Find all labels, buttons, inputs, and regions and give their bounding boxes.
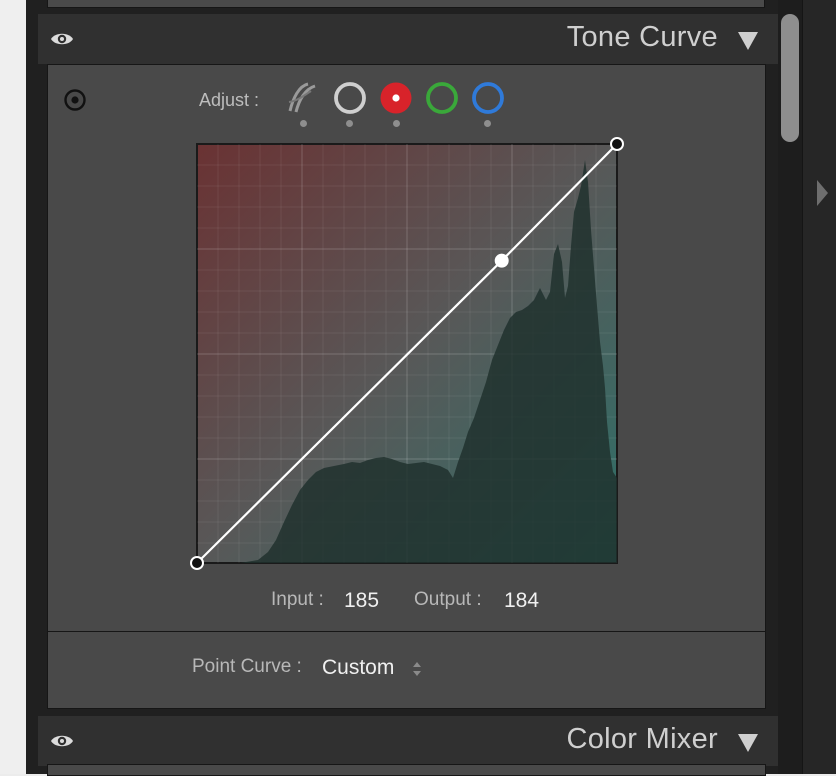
color-mixer-panel (47, 764, 766, 776)
green-channel-icon[interactable] (424, 80, 460, 116)
targeted-adjustment-icon[interactable] (63, 88, 87, 112)
channel-indicator-dot (484, 120, 491, 127)
color-mixer-header[interactable]: Color Mixer (38, 716, 780, 766)
rgb-channel-icon[interactable] (332, 80, 368, 116)
collapse-triangle-icon[interactable] (738, 734, 758, 752)
output-value: 184 (504, 589, 540, 612)
point-curve-label: Point Curve : (192, 656, 302, 677)
curve-point-black[interactable] (190, 556, 204, 570)
input-value: 185 (344, 589, 380, 612)
tone-curve-graph[interactable] (186, 135, 628, 575)
point-curve-select[interactable]: Custom (322, 656, 394, 680)
expand-panel-arrow-icon[interactable] (817, 180, 828, 206)
point-curve-panel (47, 631, 766, 709)
collapse-triangle-icon[interactable] (738, 32, 758, 50)
tone-curve-title: Tone Curve (566, 21, 718, 53)
parametric-curve-icon[interactable] (285, 80, 321, 116)
curve-point-mid[interactable] (494, 253, 509, 268)
curve-point-white[interactable] (610, 137, 624, 151)
channel-indicator-dot (346, 120, 353, 127)
previous-panel-bottom (47, 0, 765, 8)
right-panel-rail (802, 0, 836, 774)
updown-arrows-icon[interactable] (410, 659, 424, 679)
tone-curve-header[interactable]: Tone Curve (38, 14, 780, 64)
color-mixer-title: Color Mixer (566, 723, 718, 755)
scrollbar-thumb[interactable] (781, 14, 799, 142)
eye-icon[interactable] (50, 30, 74, 48)
input-label: Input : (271, 589, 324, 610)
output-label: Output : (414, 589, 482, 610)
eye-icon[interactable] (50, 732, 74, 750)
adjust-label: Adjust : (199, 90, 260, 110)
blue-channel-icon[interactable] (470, 80, 506, 116)
channel-indicator-dot (300, 120, 307, 127)
left-strip (0, 0, 26, 774)
channel-indicator-dot (393, 120, 400, 127)
red-channel-icon[interactable] (378, 80, 414, 116)
